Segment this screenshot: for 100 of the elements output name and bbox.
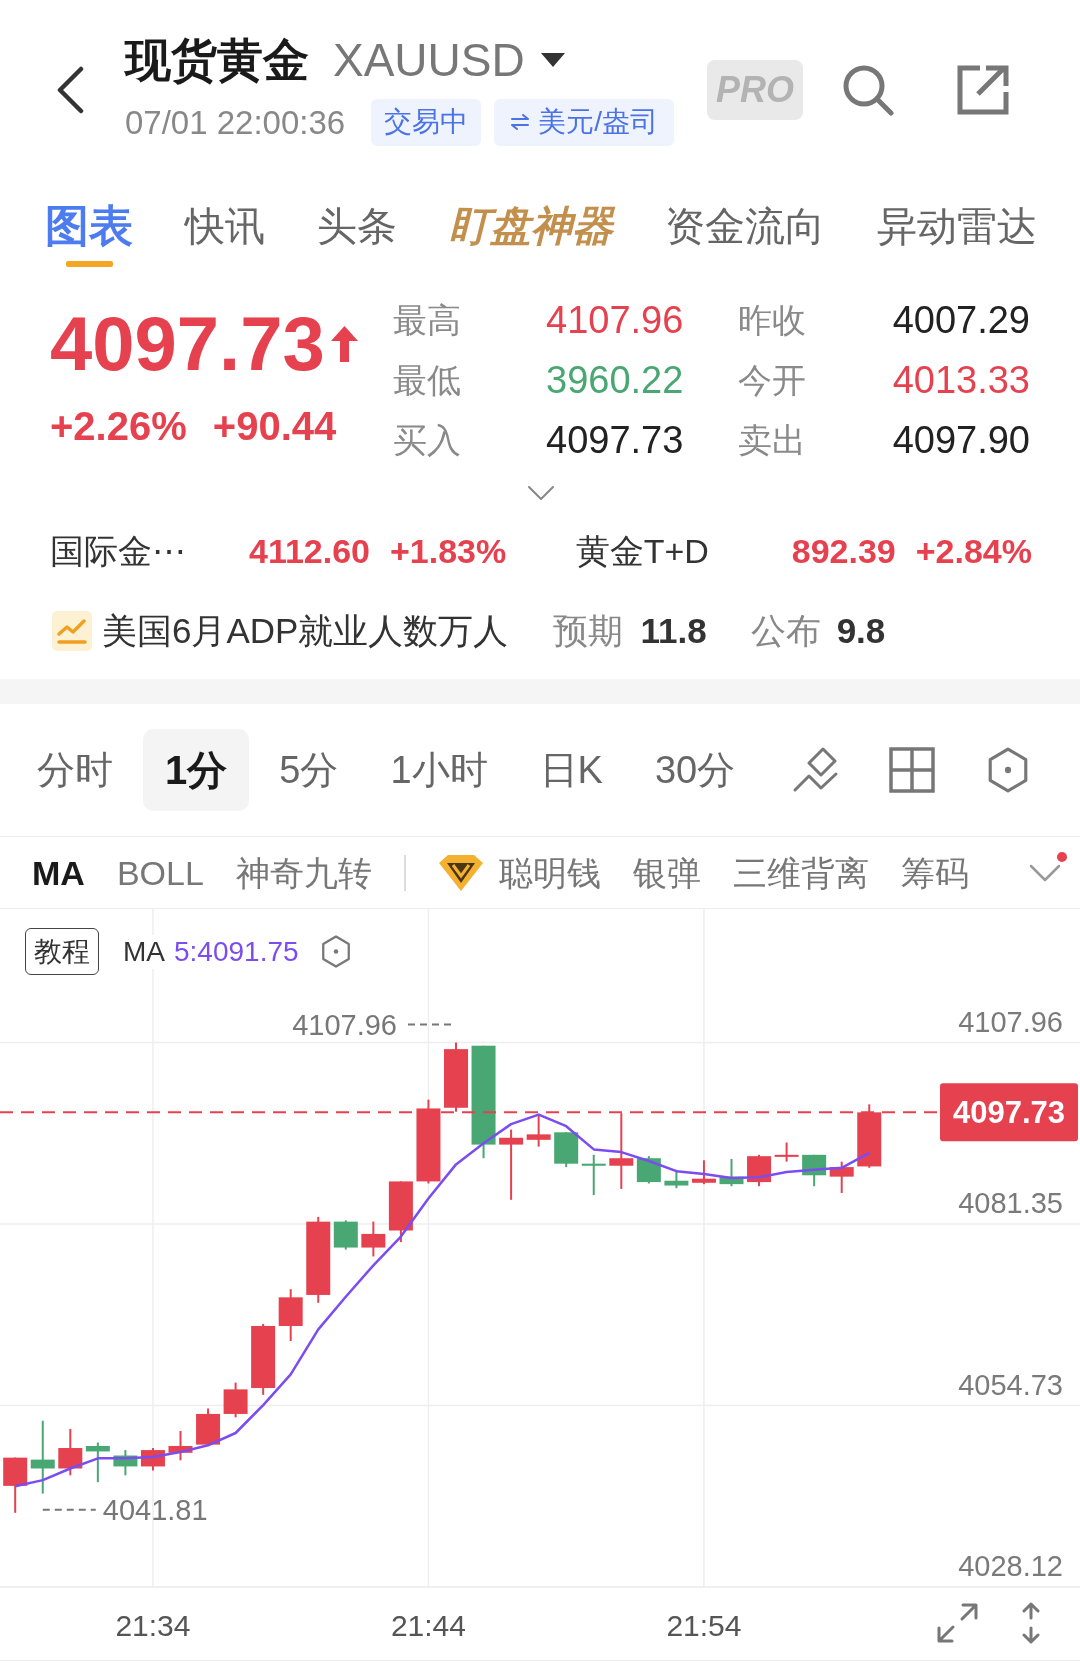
share-icon (956, 64, 1010, 116)
candlestick (691, 1159, 716, 1186)
tab[interactable]: 头条 (317, 204, 397, 248)
stat-value: 4097.90 (892, 418, 1030, 462)
timestamp: 07/01 22:00:36 (125, 102, 346, 143)
related-price: 4112.60 (248, 531, 370, 571)
actual-label: 公布 (750, 610, 821, 652)
ref-line-label: 4097.73 (952, 1095, 1066, 1131)
forecast-value: 11.8 (640, 610, 707, 652)
low-price-label: 4041.81 (41, 1493, 208, 1526)
x-axis-label: 21:44 (390, 1609, 466, 1642)
x-axis-label: 21:54 (666, 1609, 742, 1642)
y-axis-label: 4107.96 (958, 1005, 1063, 1038)
fullscreen-button[interactable] (936, 1602, 979, 1644)
status-badge: 交易中 (371, 98, 482, 146)
stat-value: 4007.29 (892, 298, 1030, 342)
stat-label: 今开 (738, 360, 807, 400)
currency-unit-badge[interactable]: 美元/盎司 (494, 98, 674, 146)
candlestick (388, 1180, 413, 1244)
period-tab[interactable]: 30分 (632, 729, 758, 811)
y-axis-label: 4081.35 (958, 1187, 1063, 1220)
related-change: +2.84% (915, 531, 1032, 571)
up-down-arrows-icon (1020, 1602, 1042, 1644)
stat-label: 卖出 (738, 420, 807, 460)
stat-value: 4013.33 (892, 358, 1030, 402)
candlestick (802, 1153, 827, 1188)
change-amount: +90.44 (212, 404, 337, 448)
stat-label: 最高 (393, 300, 462, 340)
stat-value: 4097.73 (546, 418, 685, 462)
period-tab[interactable]: 分时 (15, 729, 135, 811)
candlestick (857, 1103, 882, 1169)
up-arrow-icon (330, 326, 358, 362)
high-price-label: 4107.96 (292, 1008, 453, 1041)
stat-label: 买入 (393, 420, 462, 460)
candlestick (3, 1456, 28, 1514)
event-title[interactable]: 美国6月ADP就业人数万人 (102, 610, 509, 652)
candlestick (140, 1447, 165, 1472)
candlestick (444, 1041, 468, 1113)
candlestick (361, 1220, 386, 1258)
expand-quote-button[interactable] (528, 485, 554, 501)
indicator-tab[interactable]: 神奇九转 (235, 852, 372, 893)
related-name[interactable]: 黄金T+D (575, 531, 709, 571)
instrument-title: 现货黄金 (125, 34, 309, 85)
related-name[interactable]: 国际金⋯ (50, 531, 186, 571)
indicator-tab[interactable]: 筹码 (900, 852, 969, 893)
settings-icon (320, 935, 351, 968)
settings-button[interactable] (986, 746, 1030, 794)
chevron-down-icon (1029, 863, 1061, 882)
gem-icon (437, 853, 484, 892)
candlestick (223, 1381, 248, 1419)
candlestick (113, 1449, 138, 1477)
drawing-tool-button[interactable] (792, 746, 840, 794)
candlestick (581, 1153, 606, 1197)
search-button[interactable] (841, 63, 895, 117)
layout-button[interactable] (888, 746, 935, 794)
last-price-tag: 4097.73 (940, 1083, 1078, 1142)
tab[interactable]: 快讯 (185, 204, 265, 248)
period-tab[interactable]: 1小时 (368, 729, 510, 811)
chevron-down-icon (528, 486, 554, 500)
candlestick (85, 1441, 110, 1484)
search-icon (842, 64, 894, 116)
grid-icon (888, 747, 935, 793)
candlestick (168, 1430, 193, 1462)
candlestick (526, 1113, 551, 1148)
y-axis-label: 4054.73 (958, 1368, 1063, 1401)
chevron-left-icon (55, 66, 85, 114)
vertical-scale-button[interactable] (1020, 1602, 1042, 1644)
indicator-tab[interactable]: BOLL (116, 852, 204, 893)
stat-value: 4107.96 (546, 298, 685, 342)
related-change: +1.83% (390, 531, 507, 571)
related-price: 892.39 (791, 531, 896, 571)
indicator-tab[interactable]: 三维背离 (732, 852, 869, 893)
tab[interactable]: 异动雷达 (877, 204, 1037, 248)
candlestick (774, 1141, 799, 1163)
indicator-tab[interactable]: MA (32, 852, 85, 893)
share-button[interactable] (955, 63, 1011, 117)
candlestick (58, 1427, 83, 1477)
tutorial-button[interactable]: 教程 (25, 928, 99, 975)
candlestick (278, 1288, 303, 1342)
candlestick (636, 1155, 661, 1185)
stat-label: 最低 (393, 360, 462, 400)
x-axis-label: 21:34 (115, 1609, 191, 1642)
pen-icon (792, 746, 840, 794)
period-tab[interactable]: 5分 (257, 729, 361, 811)
symbol-dropdown[interactable]: XAUUSD (333, 34, 565, 85)
candlestick (554, 1131, 579, 1169)
settings-icon (987, 747, 1029, 793)
candlestick (829, 1160, 854, 1194)
ma-label: MA (123, 934, 165, 969)
swap-icon (510, 114, 531, 130)
stat-value: 3960.22 (546, 358, 685, 402)
tab[interactable]: 图表 (45, 204, 133, 267)
stat-label: 昨收 (738, 300, 807, 340)
candlestick (719, 1157, 744, 1188)
y-axis-label: 4028.12 (958, 1550, 1063, 1582)
tab[interactable]: 资金流向 (665, 204, 825, 248)
indicator-tab[interactable]: 聪明钱 (498, 852, 601, 893)
indicator-tab[interactable]: 银弹 (632, 852, 701, 893)
period-tab[interactable]: 日K (517, 729, 625, 811)
period-tab[interactable]: 1分 (143, 729, 250, 811)
